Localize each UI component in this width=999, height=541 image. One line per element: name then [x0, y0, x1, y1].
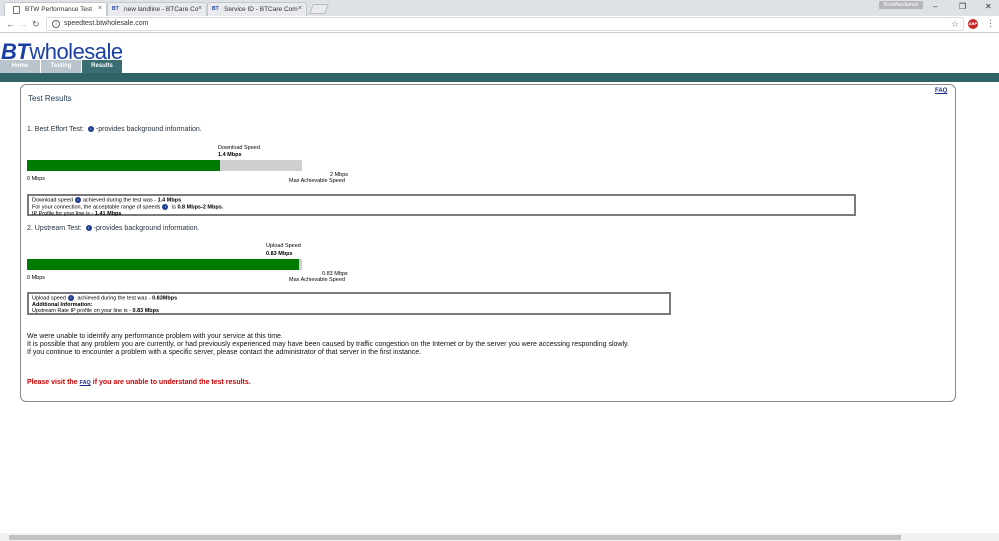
tab-new-landline[interactable]: BT new landline - BTCare Co × — [107, 2, 207, 16]
upload-info-box: Upload speed i achieved during the test w… — [27, 292, 671, 315]
nav-results[interactable]: Results — [82, 60, 122, 73]
download-scale-min: 0 Mbps — [27, 176, 46, 182]
tab-title: new landline - BTCare Co — [124, 6, 199, 13]
close-icon[interactable]: × — [98, 5, 102, 12]
info-text: Upload speed — [32, 295, 66, 302]
message-line: If you continue to encounter a problem w… — [27, 349, 422, 356]
info-text: IP Profile for your line is - — [32, 210, 95, 217]
minimize-icon[interactable]: – — [933, 2, 937, 11]
info-text: achieved during the test was - — [75, 295, 153, 302]
info-text: Download speed — [32, 197, 73, 204]
notice-text: if you are unable to understand the test… — [90, 379, 251, 386]
nav-home[interactable]: Home — [0, 60, 40, 73]
tab-strip: BTW Performance Test × BT new landline -… — [0, 0, 999, 16]
ip-profile-value: 1.41 Mbps — [94, 210, 122, 217]
upload-scale-max-label: Max Achievable Speed — [289, 277, 345, 283]
upload-speed-bar — [27, 259, 302, 270]
download-speed-value: 1.4 Mbps — [218, 152, 242, 158]
upstream-ip-profile-value: 0.83 Mbps — [132, 308, 160, 315]
page-title: Test Results — [28, 94, 72, 103]
info-icon[interactable]: i — [67, 295, 74, 301]
upstream-heading: 2. Upstream Test: i -provides background … — [27, 225, 200, 232]
upload-caption: Upload Speed — [266, 243, 301, 249]
faq-link[interactable]: FAQ — [935, 88, 947, 94]
url-text[interactable]: speedtest.btwholesale.com — [64, 20, 148, 27]
download-achieved-value: 1.4 Mbps — [157, 197, 182, 204]
restore-icon[interactable]: ❐ — [959, 2, 966, 11]
info-text: Upstream Rate IP profile on your line is… — [32, 308, 133, 315]
tab-title: BTW Performance Test — [25, 6, 93, 13]
new-tab-button[interactable] — [309, 4, 329, 14]
info-text: achieved during the test was - — [82, 197, 158, 204]
heading-suffix: -provides background information. — [93, 225, 200, 232]
heading-text: 1. Best Effort Test: — [27, 126, 84, 133]
forward-icon[interactable]: → — [19, 19, 28, 29]
bt-favicon-icon: BT — [212, 6, 219, 12]
info-icon[interactable]: i — [85, 225, 92, 232]
faq-notice: Please visit the FAQ if you are unable t… — [27, 379, 251, 386]
menu-icon[interactable]: ⋮ — [986, 18, 995, 29]
upload-speed-value: 0.83 Mbps — [266, 251, 293, 257]
info-text: For your connection, the acceptable rang… — [32, 204, 161, 211]
address-bar[interactable]: i speedtest.btwholesale.com ☆ — [46, 17, 964, 31]
upload-speed-fill — [27, 259, 300, 270]
browser-toolbar: ← → ↻ i speedtest.btwholesale.com ☆ — [0, 16, 999, 33]
nav-testing[interactable]: Testing — [41, 60, 81, 73]
tab-btw-performance[interactable]: BTW Performance Test × — [4, 2, 107, 16]
close-icon[interactable]: × — [298, 5, 302, 12]
message-line: We were unable to identify any performan… — [27, 333, 283, 340]
tab-service-id[interactable]: BT Service ID - BTCare Com × — [207, 2, 307, 16]
best-effort-heading: 1. Best Effort Test: i -provides backgrou… — [27, 126, 202, 133]
profile-badge[interactable]: BoinMandaman — [879, 1, 923, 9]
bookmark-star-icon[interactable]: ☆ — [951, 19, 959, 30]
acceptable-range-value: 0.8 Mbps-2 Mbps. — [177, 204, 224, 211]
reload-icon[interactable]: ↻ — [32, 19, 40, 30]
download-speed-bar — [27, 160, 302, 171]
scrollbar-thumb[interactable] — [9, 535, 901, 540]
tab-title: Service ID - BTCare Com — [224, 6, 298, 13]
heading-suffix: -provides background information. — [95, 126, 202, 133]
bt-favicon-icon: BT — [112, 6, 119, 12]
header-band — [0, 73, 999, 82]
info-icon[interactable]: i — [74, 197, 81, 203]
result-message: We were unable to identify any performan… — [27, 333, 629, 357]
message-line: It is possible that any problem you are … — [27, 341, 629, 348]
info-icon[interactable]: i — [52, 20, 60, 28]
window-close-icon[interactable]: ✕ — [985, 2, 992, 11]
upload-achieved-value: 0.83Mbps — [152, 295, 178, 302]
notice-text: Please visit the — [27, 379, 80, 386]
download-caption: Download Speed — [218, 145, 260, 151]
download-info-box: Download speed i achieved during the test … — [27, 194, 856, 217]
close-icon[interactable]: × — [198, 5, 202, 12]
upload-scale-min: 0 Mbps — [27, 275, 46, 281]
info-icon[interactable]: i — [162, 203, 169, 210]
info-icon[interactable]: i — [87, 126, 94, 133]
back-icon[interactable]: ← — [6, 19, 15, 29]
faq-inline-link[interactable]: FAQ — [80, 380, 91, 386]
page-icon — [13, 6, 20, 14]
heading-text: 2. Upstream Test: — [27, 225, 82, 232]
additional-info-label: Additional Information: — [32, 301, 93, 308]
adblock-icon[interactable]: ABP — [968, 19, 978, 29]
download-speed-fill — [27, 160, 220, 171]
download-scale-max-label: Max Achievable Speed — [289, 178, 345, 184]
horizontal-scrollbar[interactable] — [0, 533, 999, 541]
